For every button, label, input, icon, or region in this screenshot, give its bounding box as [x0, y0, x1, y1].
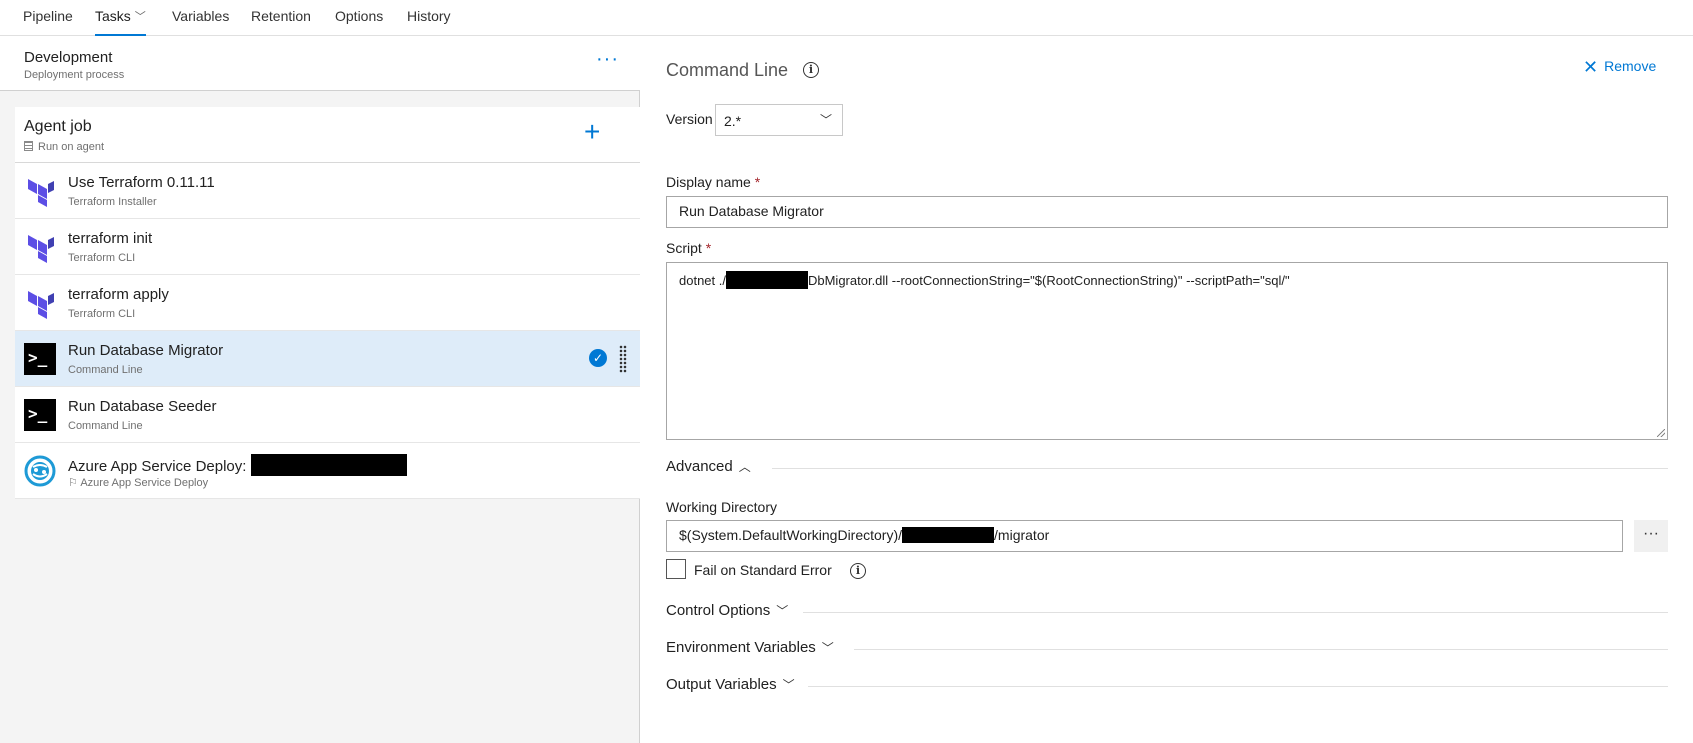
more-options-button[interactable]: ···: [596, 49, 619, 69]
display-name-label: Display name *: [666, 174, 760, 190]
server-icon: [24, 141, 33, 151]
display-name-input[interactable]: Run Database Migrator: [666, 196, 1668, 228]
task-list-panel: Development Deployment process ··· Agent…: [0, 37, 640, 743]
advanced-section-toggle[interactable]: Advanced ︿: [666, 458, 751, 475]
fail-on-stderr-label: Fail on Standard Error: [694, 562, 832, 578]
task-item[interactable]: Use Terraform 0.11.11 Terraform Installe…: [15, 163, 640, 219]
version-select[interactable]: 2.* ﹀: [715, 104, 843, 136]
terraform-icon: [28, 235, 54, 263]
task-subtitle: ⚐ Azure App Service Deploy: [68, 476, 208, 489]
env-vars-label: Environment Variables: [666, 639, 816, 656]
task-title: Azure App Service Deploy:: [68, 454, 407, 476]
version-label: Version: [666, 111, 713, 127]
agent-job-title: Agent job: [24, 118, 92, 135]
working-directory-input[interactable]: $(System.DefaultWorkingDirectory)/ /migra…: [666, 520, 1623, 552]
tab-retention[interactable]: Retention: [251, 8, 311, 36]
version-value: 2.*: [724, 113, 742, 129]
task-title-text: Azure App Service Deploy:: [68, 458, 247, 475]
add-task-button[interactable]: +: [584, 118, 600, 146]
terminal-icon: >_: [24, 343, 56, 375]
stage-title: Development: [24, 49, 113, 66]
chevron-down-icon: ﹀: [819, 113, 832, 127]
detail-title: Command Line: [666, 60, 789, 80]
required-marker: *: [705, 240, 712, 256]
control-options-label: Control Options: [666, 602, 771, 619]
task-item-selected[interactable]: >_ Run Database Migrator Command Line ✓: [15, 331, 640, 387]
tab-tasks[interactable]: Tasks ﹀: [95, 8, 146, 36]
redacted-block: [725, 271, 808, 289]
task-title: Use Terraform 0.11.11: [68, 174, 215, 191]
task-item[interactable]: Azure App Service Deploy: ⚐ Azure App Se…: [15, 443, 640, 499]
script-textarea[interactable]: dotnet ./ DbMigrator.dll --rootConnection…: [666, 262, 1668, 440]
redacted-block: [902, 527, 995, 543]
chevron-down-icon: ﹀: [134, 11, 146, 23]
drag-handle-icon[interactable]: [619, 345, 627, 373]
tab-history[interactable]: History: [407, 8, 451, 36]
task-title: Run Database Migrator: [68, 342, 224, 359]
agent-job[interactable]: Agent job Run on agent +: [15, 107, 640, 163]
stage-header[interactable]: Development Deployment process ···: [0, 37, 640, 91]
close-icon: ✕: [1583, 57, 1599, 77]
task-item[interactable]: terraform apply Terraform CLI: [15, 275, 640, 331]
info-icon[interactable]: i: [803, 62, 819, 78]
divider: [803, 612, 1668, 613]
terraform-icon: [28, 291, 54, 319]
chevron-up-icon: ︿: [738, 460, 751, 474]
task-title: Run Database Seeder: [68, 398, 217, 415]
task-subtitle: Terraform Installer: [68, 196, 157, 208]
output-variables-toggle[interactable]: Output Variables ﹀: [666, 676, 795, 693]
agent-job-subtitle-text: Run on agent: [38, 141, 105, 153]
tab-pipeline[interactable]: Pipeline: [23, 8, 73, 36]
task-title: terraform init: [68, 230, 153, 247]
script-prefix: dotnet ./: [679, 273, 726, 288]
stage-subtitle: Deployment process: [24, 69, 125, 81]
required-marker: *: [754, 174, 761, 190]
working-dir-prefix: $(System.DefaultWorkingDirectory)/: [679, 527, 903, 543]
remove-button[interactable]: ✕ Remove: [1583, 57, 1656, 78]
divider: [854, 649, 1668, 650]
task-item[interactable]: terraform init Terraform CLI: [15, 219, 640, 275]
divider: [772, 468, 1668, 469]
task-subtitle: Command Line: [68, 364, 143, 376]
output-vars-label: Output Variables: [666, 676, 777, 693]
working-directory-label: Working Directory: [666, 499, 777, 515]
working-dir-suffix: /migrator: [994, 527, 1050, 543]
task-subtitle: Terraform CLI: [68, 252, 136, 264]
script-label: Script *: [666, 240, 711, 256]
control-options-toggle[interactable]: Control Options ﹀: [666, 602, 788, 619]
display-name-label-text: Display name: [666, 174, 751, 190]
advanced-label: Advanced: [666, 458, 733, 475]
chevron-down-icon: ﹀: [776, 604, 789, 618]
flag-icon: ⚐: [68, 477, 78, 489]
agent-job-subtitle: Run on agent: [24, 141, 104, 153]
resize-handle-icon[interactable]: [1657, 429, 1665, 437]
top-nav: Pipeline Tasks ﹀ Variables Retention Opti…: [0, 0, 1693, 36]
browse-button[interactable]: ···: [1634, 520, 1668, 552]
remove-label: Remove: [1604, 58, 1657, 74]
task-item[interactable]: >_ Run Database Seeder Command Line: [15, 387, 640, 443]
info-icon[interactable]: i: [850, 563, 866, 579]
azure-app-service-icon: [24, 455, 56, 487]
tab-variables[interactable]: Variables: [172, 8, 229, 36]
task-subtitle: Terraform CLI: [68, 308, 136, 320]
environment-variables-toggle[interactable]: Environment Variables ﹀: [666, 639, 834, 656]
task-title: terraform apply: [68, 286, 169, 303]
task-subtitle: Command Line: [68, 420, 143, 432]
task-detail-panel: Command Line i ✕ Remove Version 2.* ﹀ Dis…: [641, 37, 1693, 743]
terraform-icon: [28, 179, 54, 207]
tab-tasks-label: Tasks: [95, 8, 131, 24]
script-suffix: DbMigrator.dll --rootConnectionString="$…: [807, 273, 1290, 288]
tab-options[interactable]: Options: [335, 8, 383, 36]
chevron-down-icon: ﹀: [782, 678, 795, 692]
chevron-down-icon: ﹀: [821, 641, 834, 655]
check-icon: ✓: [589, 349, 607, 367]
redacted-block: [250, 454, 407, 476]
divider: [808, 686, 1668, 687]
terminal-icon: >_: [24, 399, 56, 431]
script-label-text: Script: [666, 240, 702, 256]
task-subtitle-text: Azure App Service Deploy: [80, 477, 209, 489]
fail-on-stderr-checkbox[interactable]: [666, 559, 686, 579]
